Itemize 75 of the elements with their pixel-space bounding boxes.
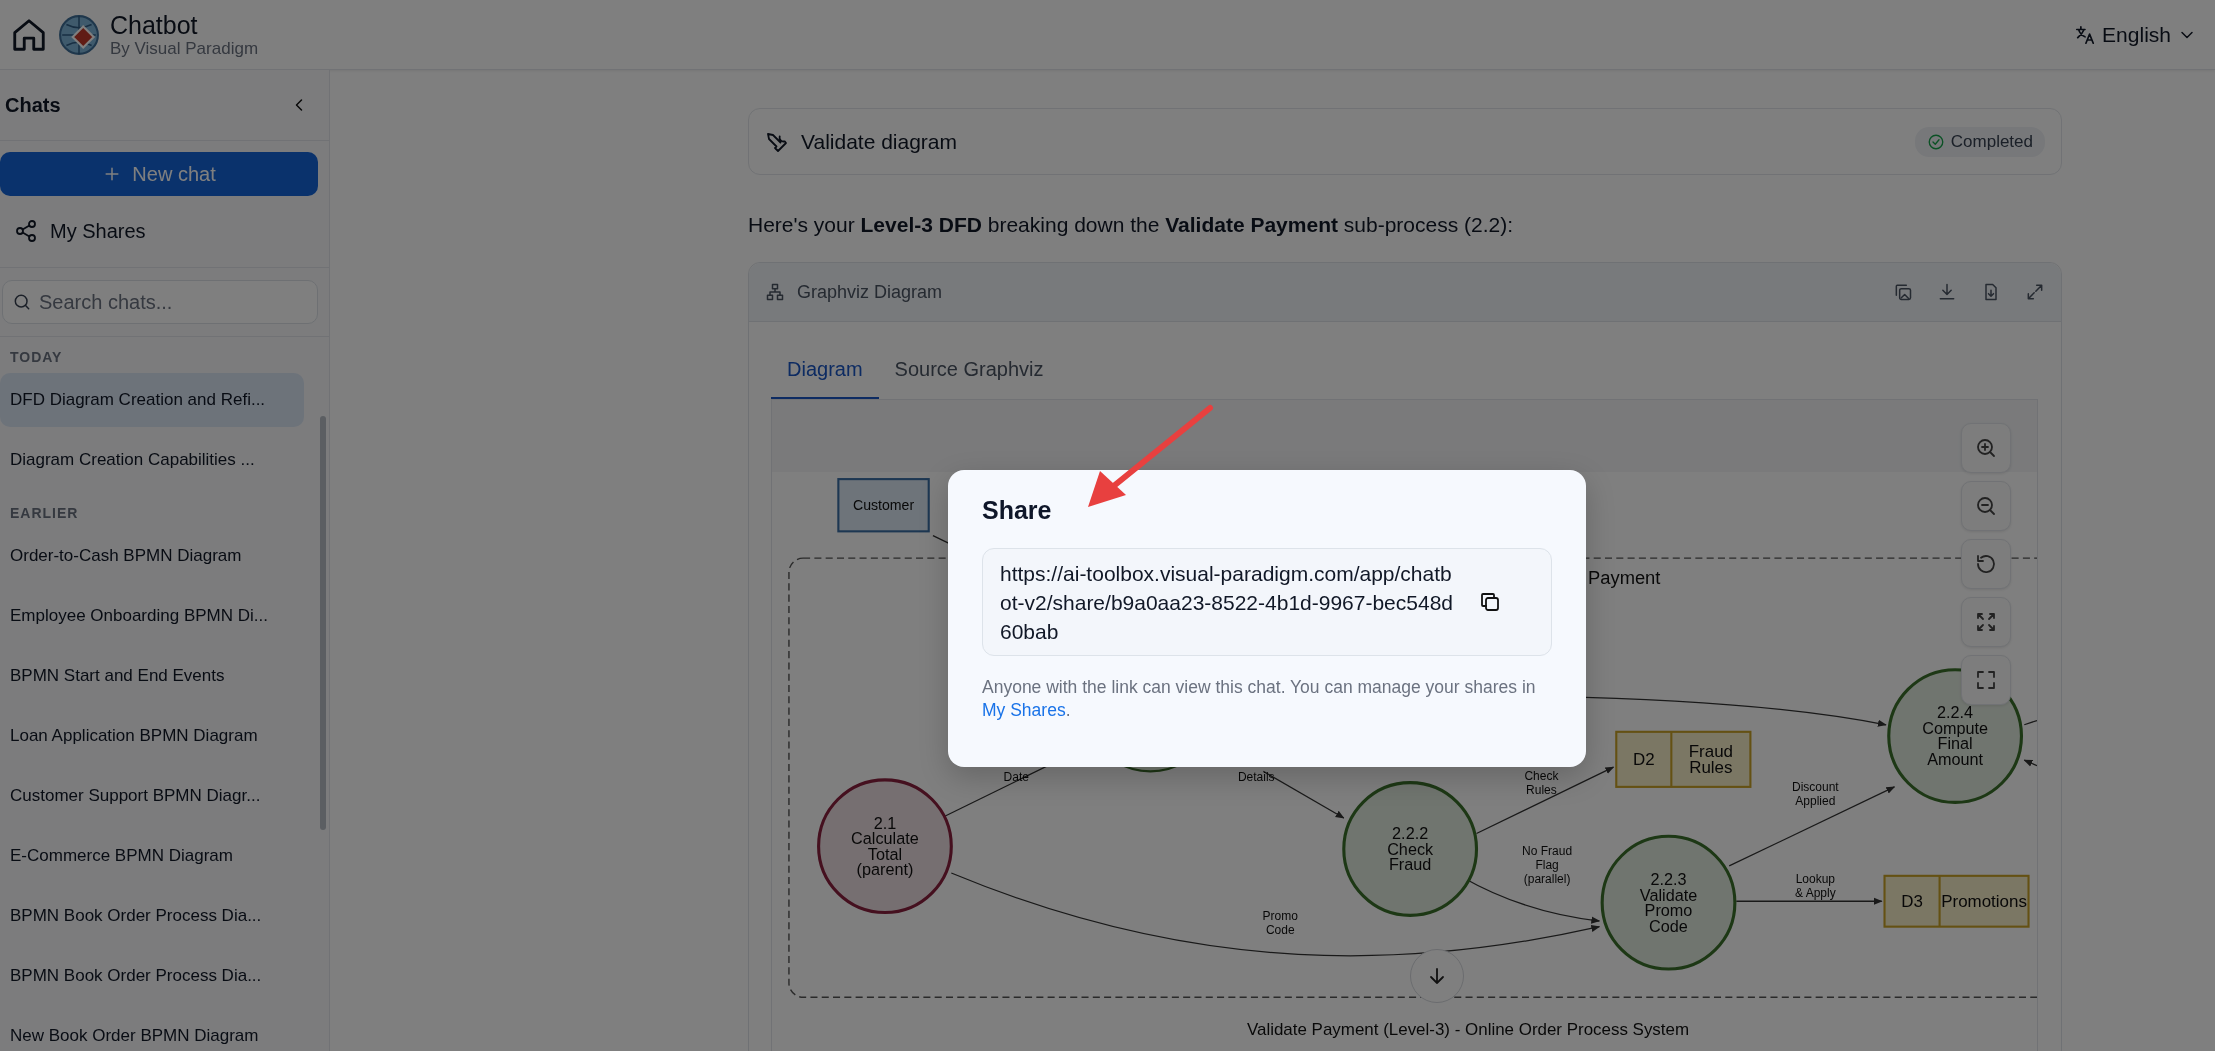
my-shares-link[interactable]: My Shares (982, 700, 1066, 720)
fullscreen-icon (1974, 668, 1998, 692)
chat-item[interactable]: BPMN Book Order Process Dia... (0, 889, 304, 943)
process-label: 2.2.2 Check Fraud (1387, 824, 1434, 874)
flow-line (2023, 719, 2037, 726)
flow-label: No Fraud Flag (parallel) (1522, 843, 1573, 886)
group-label: EARLIER (9, 504, 80, 523)
search-field[interactable]: Search chats... (2, 280, 318, 324)
store-name: Promotions (1941, 891, 2027, 911)
app-subtitle: By Visual Paradigm (110, 38, 259, 59)
share-icon (14, 219, 38, 243)
language-selector[interactable]: English (2068, 21, 2203, 48)
reset-icon (1974, 552, 1998, 576)
zoom-in-button[interactable] (1961, 423, 2011, 473)
reset-button[interactable] (1961, 539, 2011, 589)
process-label: 2.2.3 Validate Promo Code (1639, 870, 1698, 935)
group-label: TODAY (9, 348, 64, 367)
dialog-title: Share (982, 496, 1053, 525)
fit-icon (1974, 610, 1998, 634)
flow-label: Date (1003, 770, 1029, 785)
expand-icon (2025, 282, 2045, 302)
chat-item[interactable]: Customer Support BPMN Diagr... (0, 769, 304, 823)
share-note: Anyone with the link can view this chat. You can manage your shares in My Shares. (982, 676, 1537, 722)
flow-label: Discount Applied (1792, 780, 1839, 809)
fit-button[interactable] (1961, 597, 2011, 647)
diagram-card-title: Graphviz Diagram (797, 281, 943, 303)
flow-label: Lookup & Apply (1795, 871, 1836, 900)
my-shares-link[interactable]: My Shares (0, 207, 329, 255)
zoom-out-icon (1974, 494, 1998, 518)
entity-label: Customer (852, 497, 915, 514)
chat-item[interactable]: DFD Diagram Creation and Refi... (0, 373, 304, 427)
app-title: Chatbot (110, 10, 199, 39)
download-icon (1937, 282, 1957, 302)
share-url: https://ai-toolbox.visual-paradigm.com/app/chatbot-v2/share/b9a0aa23-8522-4b1d-9967-bec548d60bab (1000, 560, 1455, 645)
diagram-caption: Validate Payment (Level-3) - Online Order Process System (1246, 1020, 1690, 1040)
flow-label: Promo Code (1262, 908, 1298, 937)
chat-item[interactable]: Order-to-Cash BPMN Diagram (0, 529, 304, 583)
cluster-label: Payment (1588, 566, 1661, 588)
expand-button[interactable] (2025, 282, 2045, 302)
store-name: Fraud Rules (1688, 742, 1733, 777)
download-button[interactable] (1937, 282, 1957, 302)
chat-item[interactable]: Loan Application BPMN Diagram (0, 709, 304, 763)
chat-item[interactable]: Employee Onboarding BPMN Di... (0, 589, 304, 643)
store-id: D2 (1633, 750, 1655, 769)
scroll-down-button[interactable] (1410, 949, 1464, 1003)
zoom-out-button[interactable] (1961, 481, 2011, 531)
check-circle-icon (1926, 132, 1945, 151)
flow-label: Check Rules (1524, 768, 1559, 797)
copy-link-button[interactable] (1478, 590, 1502, 614)
translate-icon (2074, 23, 2097, 46)
new-chat-button[interactable]: New chat (0, 152, 318, 196)
zoom-in-icon (1974, 436, 1998, 460)
message-text: Here's your Level-3 DFD breaking down the Validate Payment sub-process (2.2): (748, 212, 1515, 238)
scrollbar[interactable] (320, 416, 326, 830)
tab[interactable]: Source Graphviz (878, 344, 1060, 399)
globe-logo-icon (58, 13, 100, 56)
hierarchy-icon (765, 282, 785, 302)
status-badge: Completed (1914, 126, 2045, 157)
fullscreen-button[interactable] (1961, 655, 2011, 705)
image-copy-icon (1893, 282, 1913, 302)
flow-label: Details (1237, 770, 1275, 785)
flow-arrow (2023, 759, 2037, 767)
chat-item[interactable]: New Book Order BPMN Diagram (0, 1009, 304, 1051)
chat-item[interactable]: BPMN Book Order Process Dia... (0, 949, 304, 1003)
tool-title: Validate diagram (801, 129, 958, 154)
copy-icon (1478, 590, 1502, 614)
process-label: 2.1 Calculate Total (parent) (851, 813, 919, 879)
process-label: 2.2.4 Compute Final Amount (1922, 703, 1988, 768)
chat-item[interactable]: Diagram Creation Capabilities ... (0, 433, 304, 487)
store-id: D3 (1901, 891, 1923, 911)
chat-item[interactable]: BPMN Start and End Events (0, 649, 304, 703)
chat-item[interactable]: E-Commerce BPMN Diagram (0, 829, 304, 883)
sidebar-title: Chats (5, 93, 61, 117)
copy-image-button[interactable] (1893, 282, 1913, 302)
search-icon (12, 292, 32, 312)
